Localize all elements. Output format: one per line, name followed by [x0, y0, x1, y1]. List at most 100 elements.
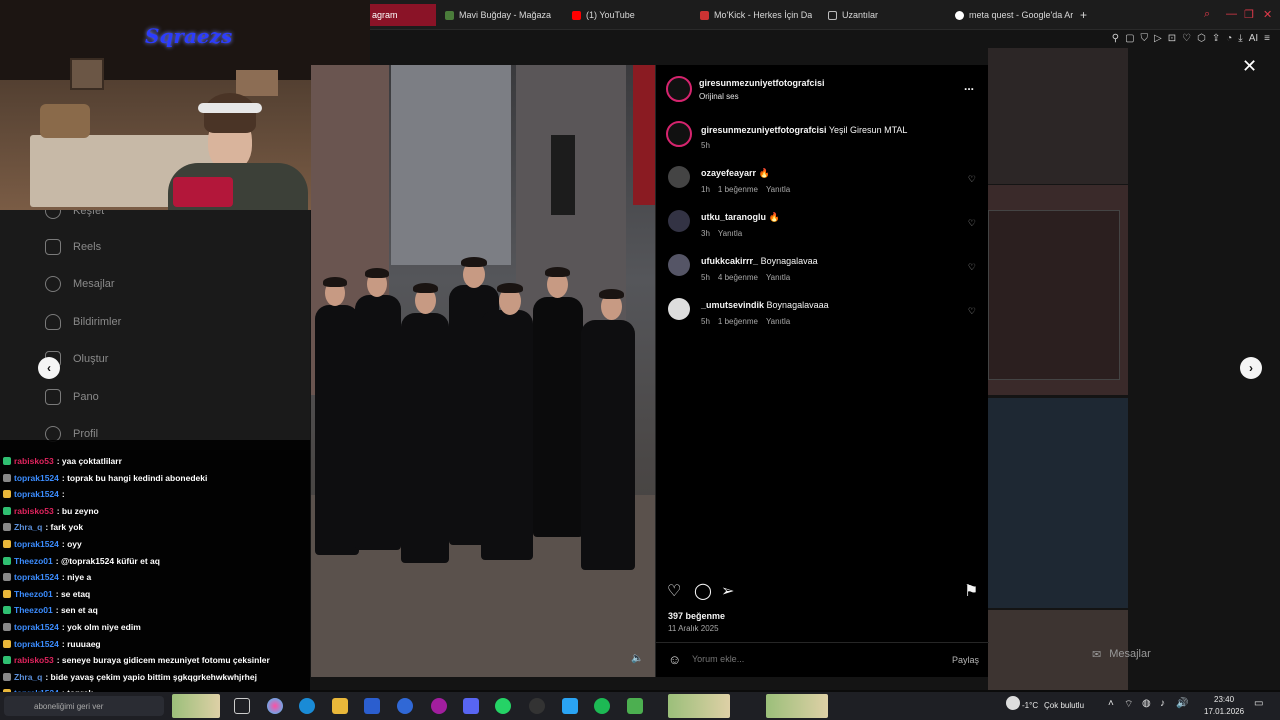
- maximize-icon[interactable]: ❐: [1244, 8, 1254, 21]
- tab-uzantilar[interactable]: Uzantılar: [828, 4, 938, 26]
- shield-icon[interactable]: ⛉: [1141, 33, 1149, 44]
- close-icon[interactable]: ✕: [1242, 56, 1257, 77]
- copilot-icon[interactable]: [267, 698, 283, 714]
- feed-thumbnail[interactable]: [988, 398, 1128, 608]
- play-icon[interactable]: ▷: [1154, 33, 1162, 44]
- sidebar-item-bildirimler[interactable]: Bildirimler: [45, 311, 121, 333]
- comment-like-icon[interactable]: ♡: [968, 174, 976, 185]
- snapshot-icon[interactable]: ⊡: [1168, 33, 1176, 44]
- minimize-icon[interactable]: —: [1226, 8, 1237, 20]
- comment-username[interactable]: ozayefeayarr: [701, 168, 756, 178]
- chat-username[interactable]: toprak1524: [14, 489, 59, 499]
- share-icon[interactable]: ⇪: [1212, 33, 1220, 44]
- messages-float-button[interactable]: ✉ Mesajlar: [1092, 643, 1242, 665]
- temperature[interactable]: -1°C: [1022, 701, 1038, 710]
- obs-icon[interactable]: [529, 698, 545, 714]
- clock-date[interactable]: 17.01.2026: [1204, 707, 1244, 716]
- caption-username[interactable]: giresunmezuniyetfotografcisi: [701, 125, 827, 135]
- account-icon[interactable]: ◔: [1226, 33, 1232, 44]
- tab-google[interactable]: meta quest - Google'da Ar: [955, 4, 1073, 26]
- pin-icon[interactable]: ⚲: [1112, 33, 1119, 44]
- comment-likes[interactable]: 4 beğenme: [718, 273, 758, 282]
- new-tab-button[interactable]: +: [1080, 4, 1094, 26]
- chat-username[interactable]: toprak1524: [14, 473, 59, 483]
- ai-icon[interactable]: AI: [1249, 33, 1258, 44]
- tab-youtube[interactable]: (1) YouTube: [572, 4, 692, 26]
- taskbar-search[interactable]: aboneliğimi geri ver: [4, 696, 164, 716]
- browser-icon[interactable]: [431, 698, 447, 714]
- download-icon[interactable]: ⤓: [1238, 33, 1242, 44]
- taskbar-thumbnail[interactable]: [172, 694, 220, 718]
- tab-mavi[interactable]: Mavi Buğday - Mağaza: [445, 4, 565, 26]
- more-options-button[interactable]: ...: [964, 79, 974, 93]
- share-icon[interactable]: ➢: [721, 581, 734, 601]
- likes-count[interactable]: 397 beğenme: [668, 611, 725, 621]
- bookmark-icon[interactable]: ⚑: [964, 581, 978, 601]
- reply-button[interactable]: Yanıtla: [718, 229, 742, 238]
- discord-icon[interactable]: [463, 698, 479, 714]
- chat-username[interactable]: toprak1524: [14, 539, 59, 549]
- file-explorer-icon[interactable]: [332, 698, 348, 714]
- tab-instagram[interactable]: agram: [370, 4, 436, 26]
- reply-button[interactable]: Yanıtla: [766, 273, 790, 282]
- caption-avatar[interactable]: [666, 121, 692, 147]
- volume-icon[interactable]: ♪: [1160, 698, 1165, 709]
- reply-button[interactable]: Yanıtla: [766, 185, 790, 194]
- clock-time[interactable]: 23:40: [1214, 695, 1234, 704]
- wifi-icon[interactable]: ⌔: [1124, 698, 1133, 711]
- emoji-icon[interactable]: ☺: [668, 652, 681, 667]
- chat-username[interactable]: Theezo01: [14, 556, 53, 566]
- search-icon[interactable]: ⌕: [1204, 8, 1210, 21]
- network-icon[interactable]: ◍: [1142, 698, 1151, 709]
- comment-avatar[interactable]: [668, 254, 690, 276]
- spotify-icon[interactable]: [594, 698, 610, 714]
- comment-like-icon[interactable]: ♡: [968, 262, 976, 273]
- chat-username[interactable]: Zhra_q: [14, 522, 42, 532]
- sidebar-item-reels[interactable]: Reels: [45, 236, 101, 258]
- post-audio[interactable]: Orijinal ses: [699, 92, 739, 101]
- comment-username[interactable]: ufukkcakirrr_: [701, 256, 758, 266]
- author-avatar[interactable]: [666, 76, 692, 102]
- whatsapp-icon[interactable]: [495, 698, 511, 714]
- sidebar-item-pano[interactable]: Pano: [45, 386, 99, 408]
- comment-avatar[interactable]: [668, 166, 690, 188]
- taskbar-thumbnail[interactable]: [766, 694, 828, 718]
- tab-mokick[interactable]: Mo'Kick - Herkes İçin Dah: [700, 4, 812, 26]
- chat-username[interactable]: toprak1524: [14, 572, 59, 582]
- tray-chevron-icon[interactable]: ˄: [1108, 698, 1114, 709]
- task-view-icon[interactable]: [234, 698, 250, 714]
- sidebar-item-mesajlar[interactable]: Mesajlar: [45, 273, 115, 295]
- comment-input[interactable]: [692, 651, 912, 667]
- chat-username[interactable]: Zhra_q: [14, 672, 42, 682]
- chat-username[interactable]: rabisko53: [14, 655, 54, 665]
- post-comment-button[interactable]: Paylaş: [952, 655, 979, 665]
- volume-icon[interactable]: 🔈: [631, 653, 643, 664]
- comment-avatar[interactable]: [668, 298, 690, 320]
- app-icon[interactable]: [397, 698, 413, 714]
- chat-username[interactable]: Theezo01: [14, 605, 53, 615]
- comment-icon[interactable]: ◯: [694, 581, 712, 601]
- chat-username[interactable]: toprak1524: [14, 639, 59, 649]
- chat-username[interactable]: toprak1524: [14, 622, 59, 632]
- close-window-icon[interactable]: ✕: [1263, 8, 1272, 21]
- next-post-button[interactable]: ›: [1240, 357, 1262, 379]
- comment-username[interactable]: utku_taranoglu: [701, 212, 766, 222]
- weather-text[interactable]: Çok bulutlu: [1044, 701, 1084, 710]
- notification-icon[interactable]: ▭: [1254, 698, 1263, 709]
- edge-icon[interactable]: [299, 698, 315, 714]
- comment-avatar[interactable]: [668, 210, 690, 232]
- comment-like-icon[interactable]: ♡: [968, 306, 976, 317]
- previous-post-button[interactable]: ‹: [38, 357, 60, 379]
- feed-thumbnail[interactable]: [988, 185, 1128, 395]
- comment-likes[interactable]: 1 beğenme: [718, 185, 758, 194]
- comment-likes[interactable]: 1 beğenme: [718, 317, 758, 326]
- chat-username[interactable]: Theezo01: [14, 589, 53, 599]
- feed-thumbnail[interactable]: [988, 48, 1128, 184]
- speaker-icon[interactable]: 🔊: [1176, 698, 1188, 709]
- extension-icon[interactable]: ⬡: [1197, 33, 1206, 44]
- minecraft-icon[interactable]: [627, 698, 643, 714]
- comment-username[interactable]: _umutsevindik: [701, 300, 764, 310]
- store-icon[interactable]: [364, 698, 380, 714]
- chat-username[interactable]: rabisko53: [14, 456, 54, 466]
- heart-outline-icon[interactable]: ♡: [1182, 33, 1191, 44]
